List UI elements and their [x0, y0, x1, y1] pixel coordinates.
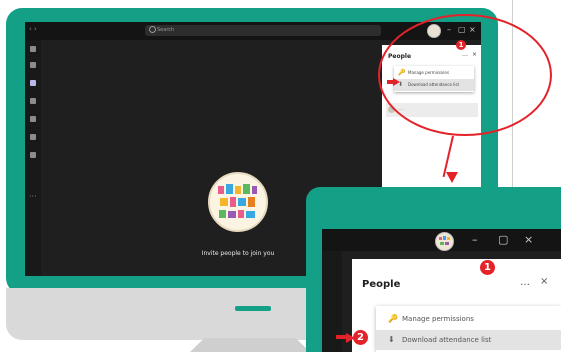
files-icon[interactable]	[30, 134, 36, 140]
meeting-logo-icon	[208, 172, 268, 232]
invite-people-text: Invite people to join you	[201, 250, 275, 257]
activity-icon[interactable]	[30, 46, 36, 52]
step-1-badge-zoom: 1	[480, 260, 495, 275]
close-window-icon[interactable]: ×	[524, 233, 533, 247]
zoom-title-bar: – ▢ ×	[322, 229, 561, 251]
back-forward-icon[interactable]: ‹ ›	[29, 25, 37, 33]
menu-item-download-attendance[interactable]: ⬇ Download attendance list	[376, 330, 561, 350]
more-apps-icon[interactable]: ···	[29, 192, 37, 201]
calls-icon[interactable]	[30, 116, 36, 122]
avatar[interactable]	[435, 232, 454, 251]
calendar-icon[interactable]	[30, 98, 36, 104]
callout-arrow-head	[446, 172, 458, 183]
maximize-icon[interactable]: ▢	[498, 233, 508, 247]
menu-item-manage-permissions[interactable]: 🔑 Manage permissions	[376, 309, 561, 329]
teams-icon[interactable]	[30, 80, 36, 86]
step-2-badge-zoom: 2	[353, 330, 368, 345]
more-options-icon[interactable]: …	[520, 277, 530, 288]
key-icon: 🔑	[388, 314, 398, 323]
monitor-base-slot	[235, 306, 271, 311]
monitor-stand	[190, 338, 310, 352]
step-2-pointer	[393, 78, 400, 86]
app-rail: ···	[25, 40, 41, 276]
apps-icon[interactable]	[30, 152, 36, 158]
people-options-menu: 🔑 Manage permissions ⬇ Download attendan…	[376, 306, 561, 352]
download-icon: ⬇	[388, 335, 395, 344]
search-input[interactable]: Search	[145, 25, 381, 36]
chat-icon[interactable]	[30, 62, 36, 68]
highlight-ellipse	[378, 14, 552, 136]
step-1-badge: 1	[456, 40, 466, 50]
search-icon	[149, 26, 156, 33]
zoom-inset: – ▢ × People … × 🔑 Manage permissions ⬇ …	[306, 187, 561, 352]
zoom-people-panel: People … × 🔑 Manage permissions ⬇ Downlo…	[352, 259, 561, 352]
people-panel-title: People	[362, 279, 401, 290]
close-icon[interactable]: ×	[540, 276, 548, 287]
minimize-icon[interactable]: –	[472, 233, 478, 247]
